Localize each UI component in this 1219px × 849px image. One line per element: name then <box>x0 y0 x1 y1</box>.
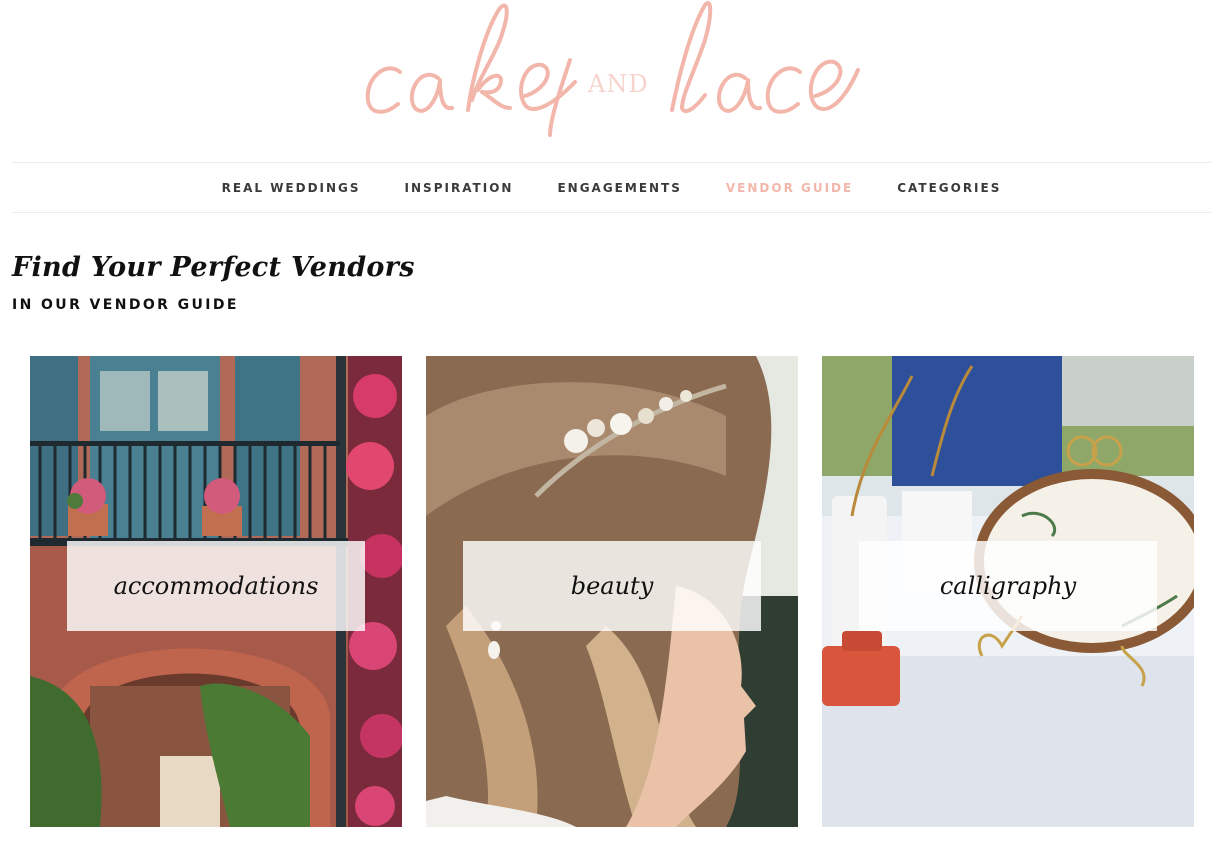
card-label: accommodations <box>67 541 365 631</box>
logo-wordmark: AND <box>365 1 860 137</box>
site-logo[interactable]: cake and lace AND <box>0 0 1219 150</box>
main-nav: REAL WEDDINGS INSPIRATION ENGAGEMENTS VE… <box>12 162 1211 213</box>
logo-and-text: AND <box>587 70 649 98</box>
vendor-card-beauty[interactable]: beauty <box>426 356 798 827</box>
nav-item-categories[interactable]: CATEGORIES <box>897 181 1001 195</box>
card-label: beauty <box>463 541 761 631</box>
nav-item-inspiration[interactable]: INSPIRATION <box>405 181 514 195</box>
vendor-card-calligraphy[interactable]: calligraphy <box>822 356 1194 827</box>
nav-item-real-weddings[interactable]: REAL WEDDINGS <box>222 181 361 195</box>
card-label: calligraphy <box>859 541 1157 631</box>
logo-text: cake and lace <box>0 0 1 1</box>
vendor-card-accommodations[interactable]: accommodations <box>30 356 402 827</box>
page-title: Find Your Perfect Vendors <box>12 252 415 283</box>
page-subtitle: IN OUR VENDOR GUIDE <box>12 297 239 313</box>
nav-item-engagements[interactable]: ENGAGEMENTS <box>557 181 681 195</box>
nav-item-vendor-guide[interactable]: VENDOR GUIDE <box>726 181 853 195</box>
